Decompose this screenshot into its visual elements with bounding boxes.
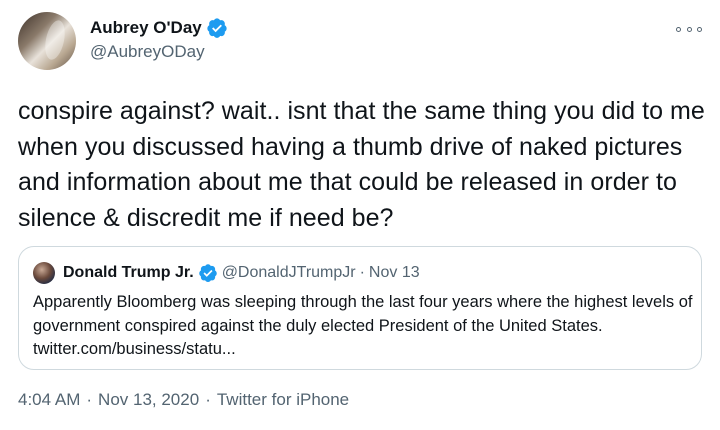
author-avatar[interactable]	[18, 12, 76, 70]
tweet-time[interactable]: 4:04 AM	[18, 390, 80, 409]
tweet-date[interactable]: Nov 13, 2020	[98, 390, 199, 409]
verified-badge-icon	[207, 18, 227, 38]
quoted-separator: ·	[359, 264, 365, 281]
quoted-date[interactable]: Nov 13	[369, 264, 420, 282]
tweet-text: conspire against? wait.. isnt that the s…	[18, 97, 705, 232]
verified-badge-icon	[198, 264, 217, 282]
footer-separator: ·	[205, 390, 211, 409]
author-name[interactable]: Aubrey O'Day	[90, 18, 202, 38]
quoted-author-handle[interactable]: @DonaldJTrumpJr	[222, 264, 356, 282]
quoted-author-avatar[interactable]	[33, 262, 55, 284]
tweet-source[interactable]: Twitter for iPhone	[217, 390, 349, 409]
tweet-card: Aubrey O'Day @AubreyODay conspire agains…	[0, 0, 720, 430]
more-options-icon[interactable]	[676, 22, 702, 36]
quoted-tweet[interactable]: Donald Trump Jr. @DonaldJTrumpJr · Nov 1…	[18, 246, 702, 370]
footer-separator: ·	[86, 390, 93, 409]
tweet-footer: 4:04 AM · Nov 13, 2020 · Twitter for iPhone	[18, 390, 349, 410]
quoted-tweet-text: Apparently Bloomberg was sleeping throug…	[33, 293, 693, 358]
quoted-author-name[interactable]: Donald Trump Jr.	[63, 264, 194, 282]
author-block: Aubrey O'Day @AubreyODay	[90, 16, 228, 62]
author-handle[interactable]: @AubreyODay	[90, 42, 228, 62]
quoted-tweet-header: Donald Trump Jr. @DonaldJTrumpJr · Nov 1…	[33, 261, 420, 285]
